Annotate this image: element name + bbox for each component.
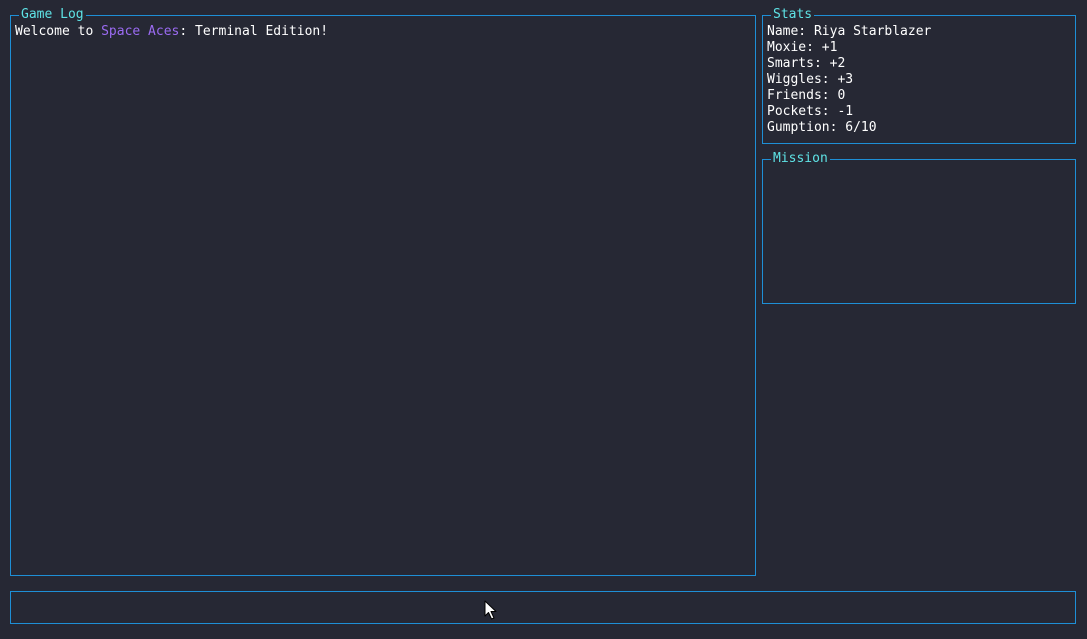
stat-friends: Friends: 0 [767, 88, 846, 103]
welcome-prefix: Welcome to [15, 24, 102, 39]
game-log-panel: Game Log Welcome to Space Aces: Terminal… [10, 7, 756, 576]
game-log-title: Game Log [19, 7, 86, 23]
log-line-welcome: Welcome to Space Aces: Terminal Edition! [15, 24, 328, 39]
command-input[interactable] [11, 592, 1075, 623]
mouse-pointer-icon [484, 600, 497, 620]
command-input-box[interactable] [10, 591, 1076, 624]
game-log-content: Welcome to Space Aces: Terminal Edition! [15, 24, 751, 40]
stat-name: Name: Riya Starblazer [767, 24, 932, 39]
stat-moxie: Moxie: +1 [767, 40, 838, 55]
mission-title: Mission [771, 151, 830, 167]
stat-pockets: Pockets: -1 [767, 104, 854, 119]
stat-gumption: Gumption: 6/10 [767, 120, 877, 135]
stat-wiggles: Wiggles: +3 [767, 72, 854, 87]
stats-panel: Stats Name: Riya Starblazer Moxie: +1 Sm… [762, 7, 1076, 144]
game-name-highlight: Space Aces [101, 24, 180, 39]
stat-smarts: Smarts: +2 [767, 56, 846, 71]
stats-list: Name: Riya Starblazer Moxie: +1 Smarts: … [767, 24, 931, 136]
stats-title: Stats [771, 7, 815, 23]
welcome-suffix: : Terminal Edition! [179, 24, 329, 39]
mission-panel: Mission [762, 151, 1076, 304]
